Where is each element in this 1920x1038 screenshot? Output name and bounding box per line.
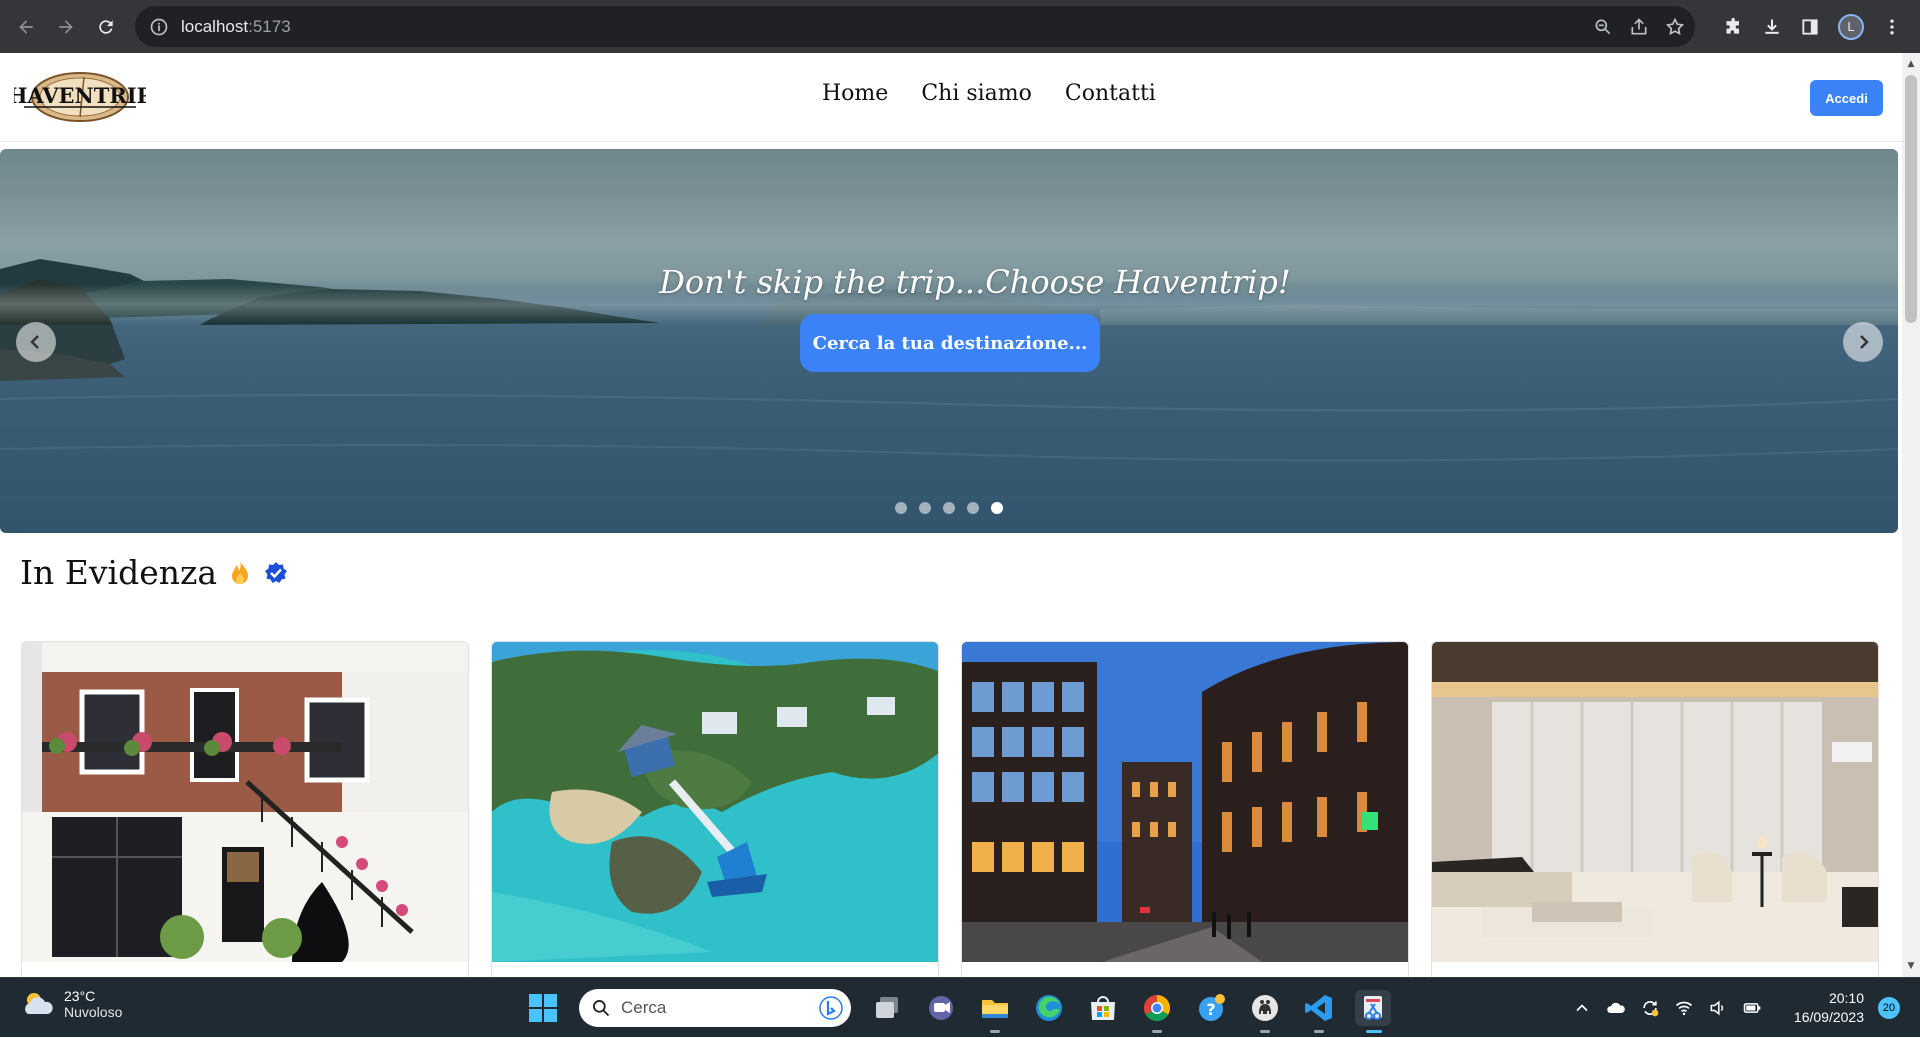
chevron-up-icon[interactable] xyxy=(1572,998,1592,1018)
battery-icon[interactable] xyxy=(1742,998,1762,1018)
extensions-icon[interactable] xyxy=(1724,17,1744,37)
featured-cards xyxy=(21,641,1879,977)
nav-contact-link[interactable]: Contatti xyxy=(1065,81,1156,106)
profile-avatar[interactable]: L xyxy=(1838,13,1864,40)
property-card[interactable] xyxy=(1431,641,1879,977)
file-explorer-button[interactable] xyxy=(977,990,1013,1033)
help-icon: ? xyxy=(1199,994,1225,1021)
carousel-indicators xyxy=(895,502,1003,514)
start-button[interactable] xyxy=(525,990,561,1026)
carousel-next-button[interactable] xyxy=(1843,322,1883,362)
system-tray: 20:10 16/09/2023 20 xyxy=(1572,978,1900,1038)
more-menu-icon[interactable] xyxy=(1882,17,1902,37)
github-icon xyxy=(1252,995,1278,1021)
search-destination-button[interactable]: Cerca la tua destinazione... xyxy=(800,314,1100,372)
microsoft-store-icon xyxy=(1091,996,1115,1020)
property-card[interactable] xyxy=(491,641,939,977)
chat-icon xyxy=(929,996,953,1020)
github-desktop-button[interactable] xyxy=(1247,990,1283,1033)
carousel-dot[interactable] xyxy=(895,502,907,514)
back-icon[interactable] xyxy=(8,9,44,45)
brick-townhouse-photo xyxy=(22,642,468,962)
search-icon xyxy=(593,1000,610,1017)
scroll-down-icon[interactable]: ▼ xyxy=(1906,961,1916,971)
page-scrollbar[interactable]: ▲ ▼ xyxy=(1902,53,1920,977)
hero-carousel: Don't skip the trip...Choose Haventrip! … xyxy=(0,149,1898,533)
search-placeholder: Cerca xyxy=(621,998,667,1017)
task-view-icon xyxy=(876,997,898,1018)
featured-section-header: In Evidenza xyxy=(20,553,289,592)
carousel-dot[interactable] xyxy=(943,502,955,514)
forward-icon[interactable] xyxy=(48,9,84,45)
carousel-dot[interactable] xyxy=(919,502,931,514)
clock-time: 20:10 xyxy=(1828,990,1864,1006)
windows-taskbar: 23°C Nuvoloso Cerca ? 20:10 16/09/2023 2… xyxy=(0,977,1920,1037)
sync-icon[interactable] xyxy=(1640,998,1660,1018)
edge-browser-button[interactable] xyxy=(1031,990,1067,1026)
site-navbar: HAVENTRIP Home Chi siamo Contatti Accedi xyxy=(0,53,1902,142)
system-clock[interactable]: 20:10 16/09/2023 xyxy=(1794,989,1864,1027)
folder-icon xyxy=(982,1000,1008,1018)
tropical-island-aerial-photo xyxy=(492,642,938,962)
web-page: HAVENTRIP Home Chi siamo Contatti Accedi… xyxy=(0,53,1902,977)
modern-living-room-photo xyxy=(1432,642,1878,962)
weather-description: Nuvoloso xyxy=(64,1004,123,1020)
carousel-dot[interactable] xyxy=(967,502,979,514)
bing-icon[interactable] xyxy=(819,996,843,1020)
snipping-tool-button[interactable] xyxy=(1355,990,1391,1033)
weather-temperature: 23°C xyxy=(64,988,96,1004)
site-info-icon[interactable] xyxy=(149,17,169,37)
property-card[interactable] xyxy=(21,641,469,977)
haventrip-logo[interactable]: HAVENTRIP xyxy=(14,67,146,123)
snipping-tool-icon xyxy=(1364,996,1382,1020)
url-text: localhost:5173 xyxy=(181,16,291,36)
carousel-dot-active[interactable] xyxy=(991,502,1003,514)
help-app-button[interactable]: ? xyxy=(1193,990,1229,1026)
store-button[interactable] xyxy=(1085,990,1121,1026)
verified-badge-icon xyxy=(265,561,288,583)
side-panel-icon[interactable] xyxy=(1800,17,1820,37)
browser-toolbar: localhost:5173 L xyxy=(0,0,1920,53)
section-title: In Evidenza xyxy=(20,553,218,592)
cloudy-weather-icon xyxy=(25,993,53,1014)
chevron-right-icon xyxy=(1860,335,1869,349)
svg-text:?: ? xyxy=(1206,1000,1215,1019)
chrome-button[interactable] xyxy=(1139,990,1175,1033)
wifi-icon[interactable] xyxy=(1674,998,1694,1018)
fire-icon xyxy=(232,560,249,584)
zoom-icon[interactable] xyxy=(1593,17,1613,37)
nav-about-link[interactable]: Chi siamo xyxy=(921,81,1032,106)
download-icon[interactable] xyxy=(1762,17,1782,37)
vscode-button[interactable] xyxy=(1301,990,1337,1033)
carousel-prev-button[interactable] xyxy=(16,322,56,362)
main-menu: Home Chi siamo Contatti xyxy=(822,81,1156,106)
windows-logo-icon xyxy=(529,994,557,1022)
clock-date: 16/09/2023 xyxy=(1793,1009,1864,1025)
vscode-icon xyxy=(1305,995,1332,1021)
login-button[interactable]: Accedi xyxy=(1810,80,1883,116)
chrome-icon xyxy=(1143,994,1171,1022)
scroll-up-icon[interactable]: ▲ xyxy=(1906,59,1916,69)
city-buildings-dusk-photo xyxy=(962,642,1408,962)
nav-home-link[interactable]: Home xyxy=(822,81,888,106)
reload-icon[interactable] xyxy=(88,9,124,45)
volume-icon[interactable] xyxy=(1708,998,1728,1018)
svg-text:HAVENTRIP: HAVENTRIP xyxy=(14,83,146,108)
property-card[interactable] xyxy=(961,641,1409,977)
bookmark-star-icon[interactable] xyxy=(1665,17,1685,37)
taskbar-apps: Cerca ? xyxy=(525,986,1391,1033)
edge-icon xyxy=(1036,995,1062,1021)
onedrive-cloud-icon[interactable] xyxy=(1606,998,1626,1018)
chevron-left-icon xyxy=(30,335,39,349)
address-bar[interactable]: localhost:5173 xyxy=(135,6,1695,47)
scrollbar-thumb[interactable] xyxy=(1905,75,1917,323)
share-icon[interactable] xyxy=(1629,17,1649,37)
taskbar-search-box[interactable]: Cerca xyxy=(579,989,851,1027)
task-view-button[interactable] xyxy=(869,990,905,1026)
notification-badge[interactable]: 20 xyxy=(1878,997,1900,1019)
hero-title: Don't skip the trip...Choose Haventrip! xyxy=(659,263,1291,301)
teams-chat-button[interactable] xyxy=(923,990,959,1026)
weather-widget[interactable]: 23°C Nuvoloso xyxy=(20,988,122,1020)
